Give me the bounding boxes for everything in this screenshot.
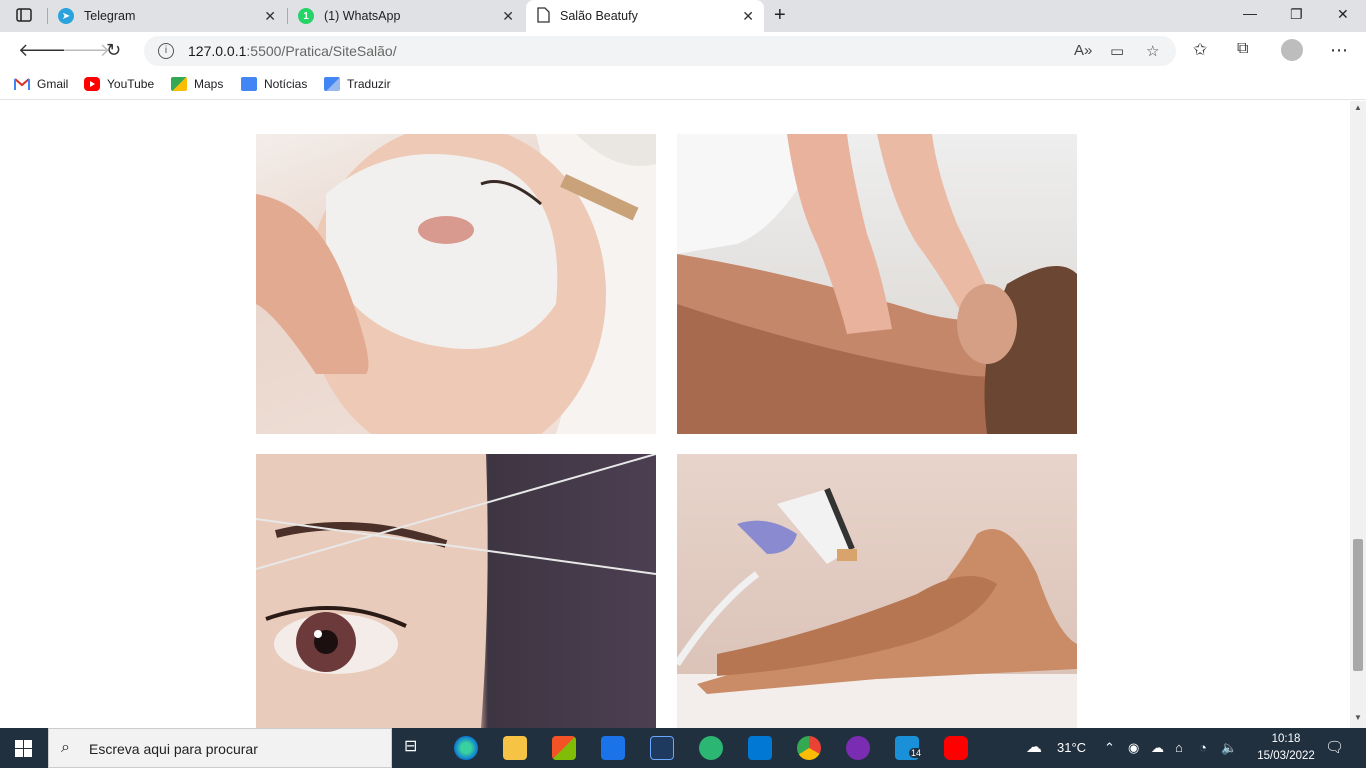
- read-aloud-icon[interactable]: A»: [1074, 42, 1092, 59]
- calendar-app-icon[interactable]: 14: [895, 736, 924, 760]
- search-placeholder: Escreva aqui para procurar: [89, 741, 258, 757]
- bookmark-traduzir[interactable]: Traduzir: [324, 77, 391, 91]
- tab-label: (1) WhatsApp: [324, 9, 401, 23]
- bookmark-youtube[interactable]: YouTube: [84, 77, 154, 91]
- tab-strip: ➤ Telegram ✕ 1 (1) WhatsApp ✕ Salão Beat…: [0, 0, 1366, 32]
- eyebrow-threading-photo: [256, 454, 656, 728]
- weather-temp[interactable]: 31°C: [1057, 740, 1086, 755]
- task-view-icon[interactable]: ⊟: [404, 736, 428, 760]
- scrollbar-thumb[interactable]: [1353, 539, 1363, 671]
- clock-date: 15/03/2022: [1257, 750, 1315, 762]
- collections-icon[interactable]: ⧉: [1237, 40, 1248, 58]
- vscode-icon[interactable]: [748, 736, 772, 760]
- toolbar: 🡐 🡒 ↻ i 127.0.0.1:5500/Pratica/SiteSalão…: [0, 32, 1366, 70]
- weather-cloud-icon[interactable]: ☁: [1026, 737, 1042, 757]
- tab-whatsapp[interactable]: 1 (1) WhatsApp ✕: [288, 0, 524, 32]
- windows-start-icon[interactable]: [15, 740, 32, 762]
- whatsapp-icon: 1: [298, 8, 314, 24]
- meet-now-icon[interactable]: ◉: [1128, 740, 1139, 756]
- maps-icon: [171, 77, 187, 91]
- notifications-icon[interactable]: 🗨: [1325, 738, 1344, 756]
- new-tab-button[interactable]: +: [774, 4, 786, 27]
- taskbar-search-box[interactable]: ⌕ Escreva aqui para procurar: [48, 728, 392, 768]
- scroll-up-icon[interactable]: ▲: [1354, 103, 1362, 112]
- visual-studio-installer-icon[interactable]: [650, 736, 674, 760]
- restore-button[interactable]: ❐: [1290, 6, 1303, 23]
- bookmark-gmail[interactable]: Gmail: [14, 77, 68, 91]
- notification-badge: 14: [909, 748, 924, 758]
- close-window-button[interactable]: ✕: [1337, 6, 1349, 23]
- wifi-icon[interactable]: ◔: [1199, 740, 1207, 755]
- chevron-up-icon[interactable]: ⌃: [1104, 740, 1115, 756]
- tab-telegram[interactable]: ➤ Telegram ✕: [48, 0, 286, 32]
- chrome-icon[interactable]: [797, 736, 821, 760]
- taskbar: ⌕ Escreva aqui para procurar ⊟ 14 ☁ 31°C…: [0, 728, 1366, 768]
- forward-button[interactable]: 🡒: [62, 40, 110, 61]
- laser-hair-removal-photo: [677, 454, 1077, 728]
- close-icon[interactable]: ✕: [742, 8, 754, 25]
- onedrive-icon[interactable]: ☁: [1151, 740, 1164, 756]
- mail-icon[interactable]: [601, 736, 625, 760]
- url-text: 127.0.0.1:5500/Pratica/SiteSalão/: [188, 43, 397, 59]
- search-icon: ⌕: [61, 739, 70, 756]
- close-icon[interactable]: ✕: [502, 8, 514, 25]
- gmail-icon: [14, 77, 30, 91]
- news-icon: [241, 77, 257, 91]
- file-explorer-icon[interactable]: [503, 736, 527, 760]
- youtube-icon: [84, 77, 100, 91]
- scroll-down-icon[interactable]: ▼: [1354, 713, 1362, 722]
- translate-icon: [324, 77, 340, 91]
- atom-icon[interactable]: [699, 736, 723, 760]
- favorites-icon[interactable]: ✩: [1193, 40, 1207, 60]
- info-icon[interactable]: i: [158, 43, 174, 59]
- refresh-button[interactable]: ↻: [106, 40, 121, 61]
- volume-icon[interactable]: 🔈: [1221, 740, 1237, 756]
- page-scrollbar[interactable]: ▲ ▼: [1350, 101, 1366, 728]
- github-desktop-icon[interactable]: [846, 736, 870, 760]
- youtube-app-icon[interactable]: [944, 736, 968, 760]
- clock-time: 10:18: [1271, 733, 1301, 745]
- bookmarks-bar: Gmail YouTube Maps Notícias Traduzir: [0, 70, 1366, 100]
- back-massage-photo: [677, 134, 1077, 434]
- page-icon: [536, 6, 550, 26]
- telegram-icon: ➤: [58, 8, 74, 24]
- bookmark-noticias[interactable]: Notícias: [241, 77, 307, 91]
- more-menu-icon[interactable]: ⋯: [1330, 40, 1348, 61]
- network-icon[interactable]: ⌂: [1175, 740, 1183, 755]
- store-icon[interactable]: [552, 736, 576, 760]
- tab-label: Telegram: [84, 9, 136, 23]
- avatar[interactable]: [1281, 39, 1303, 61]
- tab-actions-icon[interactable]: [16, 7, 32, 26]
- back-button[interactable]: 🡐: [18, 40, 66, 61]
- close-icon[interactable]: ✕: [264, 8, 276, 25]
- bookmark-maps[interactable]: Maps: [171, 77, 223, 91]
- facial-mask-photo: [256, 134, 656, 434]
- tab-label: Salão Beatufy: [560, 9, 638, 23]
- edge-icon[interactable]: [454, 736, 478, 760]
- immersive-reader-icon[interactable]: ▭: [1110, 42, 1124, 60]
- page-viewport: [0, 101, 1350, 728]
- clock[interactable]: 10:18 15/03/2022: [1254, 731, 1318, 765]
- address-bar[interactable]: i 127.0.0.1:5500/Pratica/SiteSalão/ A» ▭…: [144, 36, 1176, 66]
- add-favorite-icon[interactable]: ☆: [1146, 42, 1159, 60]
- minimize-button[interactable]: —: [1243, 5, 1257, 21]
- tab-salao-beatufy[interactable]: Salão Beatufy ✕: [526, 0, 764, 32]
